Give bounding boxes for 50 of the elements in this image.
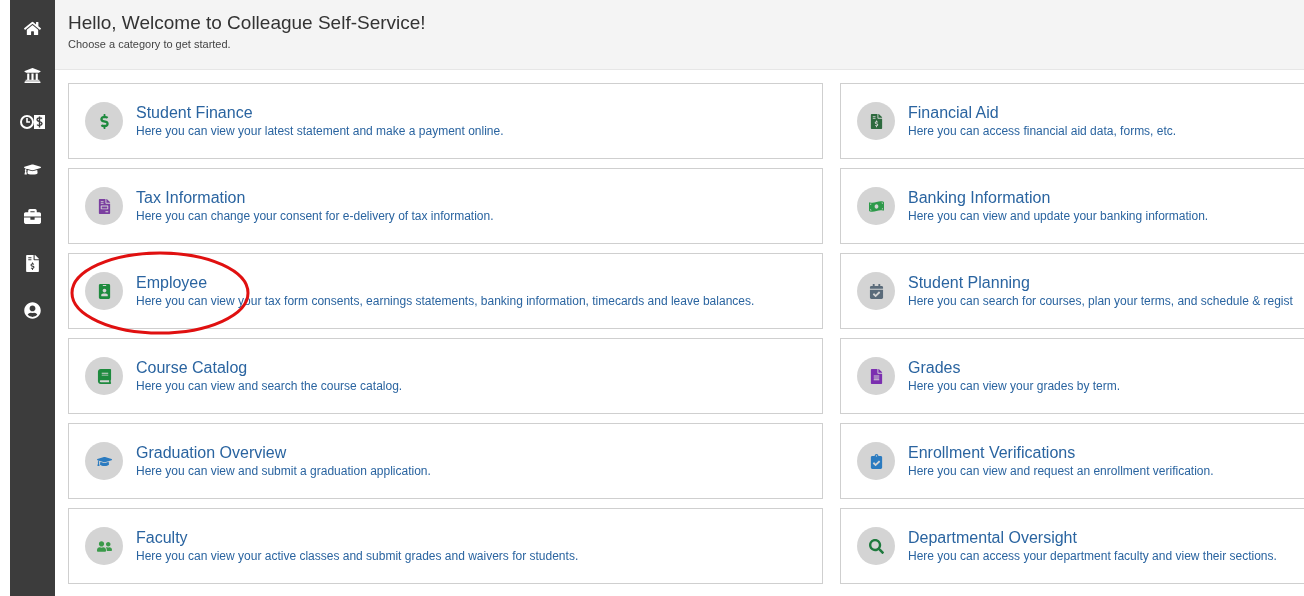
bank-icon[interactable] (22, 65, 43, 85)
people-icon (96, 538, 112, 554)
category-card[interactable]: Financial Aid Here you can access financial aid data, forms, etc. (840, 83, 1304, 159)
user-circle-icon[interactable] (22, 300, 43, 320)
category-title[interactable]: Tax Information (136, 188, 494, 208)
category-card[interactable]: Student Finance Here you can view your latest statement and make a payment online. (68, 83, 823, 159)
category-description: Here you can search for courses, plan your terms, and schedule & regist (908, 293, 1293, 309)
category-card[interactable]: Departmental Oversight Here you can access your department faculty and view their sections. (840, 508, 1304, 584)
category-description: Here you can access financial aid data, forms, etc. (908, 123, 1177, 139)
category-card[interactable]: Course Catalog Here you can view and search the course catalog. (68, 338, 823, 414)
category-title[interactable]: Banking Information (908, 188, 1209, 208)
category-title[interactable]: Graduation Overview (136, 443, 431, 463)
category-card[interactable]: Tax Information Here you can change your consent for e-delivery of tax information. (68, 168, 823, 244)
category-description: Here you can view and request an enrollment verification. (908, 463, 1214, 479)
clipboard-check-icon (868, 453, 884, 469)
category-title[interactable]: Departmental Oversight (908, 528, 1277, 548)
category-card[interactable]: Grades Here you can view your grades by term. (840, 338, 1304, 414)
category-title[interactable]: Grades (908, 358, 1121, 378)
category-title[interactable]: Course Catalog (136, 358, 403, 378)
category-card[interactable]: Student Planning Here you can search for courses, plan your terms, and schedule & regist (840, 253, 1304, 329)
category-title[interactable]: Employee (136, 273, 755, 293)
category-description: Here you can view and submit a graduation application. (136, 463, 431, 479)
category-description: Here you can view your grades by term. (908, 378, 1121, 394)
category-title[interactable]: Student Finance (136, 103, 504, 123)
magnifier-icon (868, 538, 884, 554)
category-card[interactable]: Banking Information Here you can view and update your banking information. (840, 168, 1304, 244)
category-card[interactable]: Enrollment Verifications Here you can view and request an enrollment verification. (840, 423, 1304, 499)
category-title[interactable]: Student Planning (908, 273, 1293, 293)
grade-sheet-icon (868, 368, 884, 384)
category-description: Here you can view and update your banking information. (908, 208, 1209, 224)
document-icon (96, 198, 112, 214)
notebook-icon (96, 368, 112, 384)
id-badge-icon (96, 283, 112, 299)
category-card[interactable]: Faculty Here you can view your active classes and submit grades and waivers for students. (68, 508, 823, 584)
dollar-document-icon (868, 113, 884, 129)
category-title[interactable]: Enrollment Verifications (908, 443, 1214, 463)
clock-dollar-icon[interactable] (19, 112, 46, 132)
page-subtitle: Choose a category to get started. (68, 37, 232, 52)
category-description: Here you can change your consent for e-delivery of tax information. (136, 208, 494, 224)
page-title: Hello, Welcome to Colleague Self-Service! (68, 11, 427, 35)
category-title[interactable]: Faculty (136, 528, 579, 548)
category-description: Here you can view and search the course catalog. (136, 378, 403, 394)
calendar-icon (868, 283, 884, 299)
money-icon (868, 198, 884, 214)
category-title[interactable]: Financial Aid (908, 103, 1177, 123)
category-description: Here you can access your department faculty and view their sections. (908, 548, 1277, 564)
category-description: Here you can view your active classes and submit grades and waivers for students. (136, 548, 579, 564)
category-card[interactable]: Graduation Overview Here you can view and submit a graduation application. (68, 423, 823, 499)
briefcase-icon[interactable] (22, 206, 43, 226)
category-description: Here you can view your latest statement and make a payment online. (136, 123, 504, 139)
